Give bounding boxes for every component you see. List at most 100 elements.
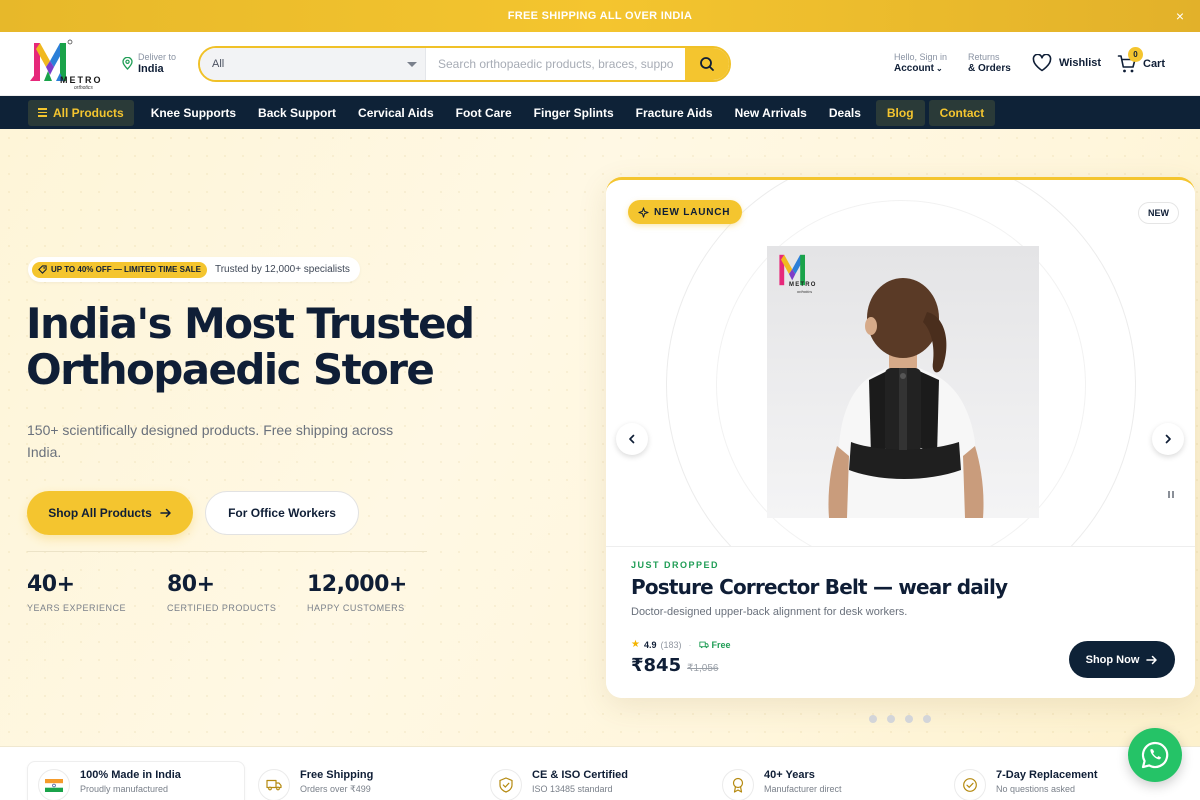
whatsapp-icon xyxy=(1141,741,1169,769)
nav-item-new-arrivals[interactable]: New Arrivals xyxy=(724,100,818,126)
hero-title-line-1: India's Most Trusted xyxy=(26,299,475,348)
product-rating: ★ 4.9 (183) · Free xyxy=(631,639,731,650)
product-eyebrow: JUST DROPPED xyxy=(631,560,720,570)
nav-item-finger-splints[interactable]: Finger Splints xyxy=(523,100,625,126)
stat-years: 40+ YEARS EXPERIENCE xyxy=(27,572,126,613)
carousel-dot[interactable] xyxy=(923,715,931,723)
nav-item-blog[interactable]: Blog xyxy=(875,99,925,126)
cart-link[interactable]: 0 Cart xyxy=(1117,47,1166,74)
sale-pill: UP TO 40% OFF — LIMITED TIME SALE Truste… xyxy=(28,257,360,282)
featured-product-card: NEW LAUNCH NEW METRO orthotics JUST DROP… xyxy=(606,177,1195,698)
stat-value: 40+ xyxy=(27,572,75,597)
product-carousel: NEW LAUNCH NEW METRO orthotics xyxy=(606,180,1195,546)
returns-orders-link[interactable]: Returns & Orders xyxy=(968,52,1011,74)
search-button[interactable] xyxy=(685,48,729,80)
trust-free-shipping: Free Shipping Orders over ₹499 xyxy=(258,769,373,800)
search-input[interactable] xyxy=(426,48,685,80)
hero-subtitle: 150+ scientifically designed products. F… xyxy=(27,422,394,460)
promo-text: FREE SHIPPING ALL OVER INDIA xyxy=(507,10,693,22)
search-category-select[interactable]: All xyxy=(200,48,426,80)
nav-all-products-label: All Products xyxy=(53,105,124,120)
wishlist-label: Wishlist xyxy=(1059,57,1102,69)
nav-all-products[interactable]: All Products xyxy=(28,99,134,126)
arrow-right-icon xyxy=(160,508,171,518)
logo-subtitle: orthotics xyxy=(74,85,93,91)
sparkle-icon xyxy=(638,206,649,218)
chevron-down-icon: ⌄ xyxy=(936,64,943,73)
nav-item-back-support[interactable]: Back Support xyxy=(247,100,347,126)
nav-item-fracture-aids[interactable]: Fracture Aids xyxy=(625,100,724,126)
nav-item-knee-supports[interactable]: Knee Supports xyxy=(140,100,247,126)
trust-subtitle: Proudly manufactured xyxy=(80,784,169,794)
cart-label: Cart xyxy=(1143,58,1166,70)
stat-value: 80+ xyxy=(167,572,215,597)
chevron-right-icon xyxy=(1165,434,1171,444)
carousel-dots xyxy=(869,715,931,723)
shop-now-button[interactable]: Shop Now xyxy=(1069,641,1175,678)
india-flag-icon xyxy=(38,769,70,800)
trust-made-in-india: 100% Made in India Proudly manufactured xyxy=(27,761,245,800)
location-pin-icon xyxy=(122,57,133,70)
product-description: Doctor-designed upper-back alignment for… xyxy=(631,606,908,618)
trust-subtitle: Manufacturer direct xyxy=(764,784,842,794)
deliver-country: India xyxy=(138,63,164,75)
orders-label: & Orders xyxy=(968,63,1011,74)
trust-subtitle: Orders over ₹499 xyxy=(300,784,371,794)
stat-label: CERTIFIED PRODUCTS xyxy=(167,603,277,613)
site-header: METRO orthotics Deliver to India All Hel… xyxy=(0,32,1200,96)
trust-experience: 40+ Years Manufacturer direct xyxy=(722,769,842,800)
promo-bar: FREE SHIPPING ALL OVER INDIA × xyxy=(0,0,1200,32)
sale-tag[interactable]: UP TO 40% OFF — LIMITED TIME SALE xyxy=(32,261,207,278)
carousel-dot[interactable] xyxy=(905,715,913,723)
new-launch-text: NEW LAUNCH xyxy=(654,206,731,218)
account-label: Account xyxy=(894,63,934,74)
shop-all-products-button[interactable]: Shop All Products xyxy=(27,491,193,535)
carousel-dot[interactable] xyxy=(887,715,895,723)
trust-title: CE & ISO Certified xyxy=(532,769,628,781)
shield-check-icon xyxy=(490,769,522,800)
menu-icon xyxy=(38,108,47,117)
check-circle-icon xyxy=(954,769,986,800)
carousel-next-button[interactable] xyxy=(1152,423,1184,455)
trust-subtitle: No questions asked xyxy=(996,784,1076,794)
nav-item-cervical-aids[interactable]: Cervical Aids xyxy=(347,100,445,126)
truck-icon xyxy=(258,769,290,800)
hero-title: India's Most Trusted Orthopaedic Store xyxy=(26,301,546,393)
shop-now-label: Shop Now xyxy=(1085,653,1140,666)
star-icon: ★ xyxy=(631,639,640,650)
trust-certified: CE & ISO Certified ISO 13485 standard xyxy=(490,769,628,800)
carousel-pause-button[interactable] xyxy=(1161,484,1181,504)
returns-label: Returns xyxy=(968,52,1000,62)
account-menu[interactable]: Hello, Sign in Account ⌄ xyxy=(894,52,947,74)
site-logo[interactable]: METRO orthotics xyxy=(26,37,102,91)
trust-title: Free Shipping xyxy=(300,769,374,781)
trust-replacement: 7-Day Replacement No questions asked xyxy=(954,769,1098,800)
product-image[interactable]: METRO orthotics xyxy=(767,246,1039,518)
trust-title: 40+ Years xyxy=(764,769,815,781)
whatsapp-button[interactable] xyxy=(1128,728,1182,782)
search-category-value: All xyxy=(212,58,225,70)
sale-tag-text: UP TO 40% OFF — LIMITED TIME SALE xyxy=(51,265,201,274)
deliver-to[interactable]: Deliver to India xyxy=(122,52,176,75)
carousel-dot[interactable] xyxy=(869,715,877,723)
trust-title: 100% Made in India xyxy=(80,769,181,781)
office-workers-button[interactable]: For Office Workers xyxy=(205,491,359,535)
stat-customers: 12,000+ HAPPY CUSTOMERS xyxy=(307,572,407,613)
logo-wordmark: METRO xyxy=(60,75,103,85)
carousel-prev-button[interactable] xyxy=(616,423,648,455)
stat-label: YEARS EXPERIENCE xyxy=(27,603,127,613)
close-icon[interactable]: × xyxy=(1172,8,1188,24)
price-original: ₹1,056 xyxy=(687,663,719,674)
search-icon xyxy=(700,57,714,71)
arrow-right-icon xyxy=(1146,655,1158,664)
product-title[interactable]: Posture Corrector Belt — wear daily xyxy=(631,575,1008,599)
new-launch-badge: NEW LAUNCH xyxy=(628,200,743,224)
tag-icon xyxy=(38,265,47,274)
nav-item-contact[interactable]: Contact xyxy=(928,99,996,126)
price-current: ₹845 xyxy=(631,655,682,676)
hero-title-line-2: Orthopaedic Store xyxy=(26,345,435,394)
nav-item-deals[interactable]: Deals xyxy=(818,100,872,126)
deliver-label: Deliver to xyxy=(138,52,177,62)
nav-item-foot-care[interactable]: Foot Care xyxy=(445,100,523,126)
wishlist-link[interactable]: Wishlist xyxy=(1032,54,1101,72)
